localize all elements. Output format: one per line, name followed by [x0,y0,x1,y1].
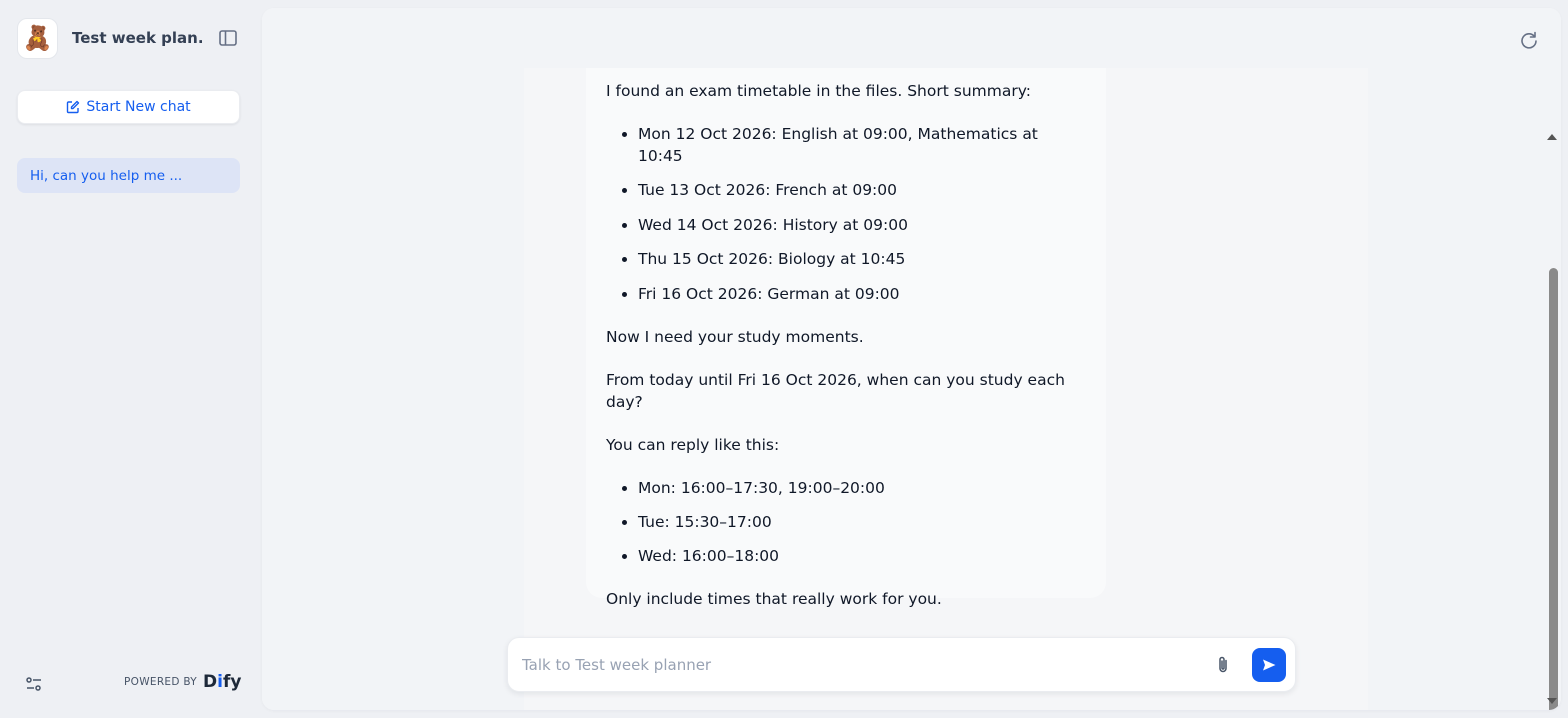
example-item: Tue: 15:30–17:00 [638,511,1086,533]
exam-item: Tue 13 Oct 2026: French at 09:00 [638,179,1086,201]
scrollbar-thumb[interactable] [1549,268,1558,710]
send-button[interactable] [1252,648,1286,682]
exam-item: Wed 14 Oct 2026: History at 09:00 [638,214,1086,236]
exam-item: Mon 12 Oct 2026: English at 09:00, Mathe… [638,123,1086,167]
message-intro: I found an exam timetable in the files. … [606,82,1031,100]
app-header: 🧸 Test week plan... [17,17,241,59]
conversation-item[interactable]: Hi, can you help me ... [17,158,240,193]
chat-scrollbar[interactable] [1545,68,1561,710]
app-root: 🧸 Test week plan... Start New chat Hi, c… [0,0,1568,718]
assistant-message: I found an exam timetable in the files. … [586,68,1106,608]
message-composer [507,637,1296,692]
conversation-label: Hi, can you help me ... [30,167,183,184]
app-avatar: 🧸 [17,17,58,59]
send-arrow-icon [1263,659,1276,671]
message-closing: Only include times that really work for … [606,590,942,609]
scroll-up-arrow-icon[interactable] [1547,134,1557,140]
app-title: Test week plan... [72,29,202,47]
teddy-bear-icon: 🧸 [22,24,53,52]
exam-item: Thu 15 Oct 2026: Biology at 10:45 [638,248,1086,270]
powered-by: POWERED BY Dify [124,672,241,692]
message-input[interactable] [522,651,1182,679]
exam-item: Fri 16 Oct 2026: German at 09:00 [638,283,1086,305]
example-item: Mon: 16:00–17:30, 19:00–20:00 [638,477,1086,499]
example-list: Mon: 16:00–17:30, 19:00–20:00 Tue: 15:30… [638,477,1086,568]
refresh-icon[interactable] [1519,30,1539,50]
sidebar-toggle-icon[interactable] [219,30,237,46]
powered-by-label: POWERED BY [124,676,198,688]
example-item: Wed: 16:00–18:00 [638,545,1086,567]
paperclip-icon[interactable] [1212,654,1234,676]
settings-sliders-icon[interactable] [25,675,43,693]
chat-panel: I found an exam timetable in the files. … [262,8,1561,710]
edit-icon [67,100,80,114]
sidebar: 🧸 Test week plan... Start New chat Hi, c… [0,0,258,718]
start-new-chat-label: Start New chat [86,99,191,115]
scroll-down-arrow-icon[interactable] [1547,698,1557,704]
start-new-chat-button[interactable]: Start New chat [17,90,240,124]
chat-top-bar [262,8,1561,68]
dify-logo: Dify [203,672,242,692]
message-question: From today until Fri 16 Oct 2026, when c… [606,370,1065,411]
message-reply-hint: You can reply like this: [606,435,780,454]
exam-list: Mon 12 Oct 2026: English at 09:00, Mathe… [638,123,1086,305]
message-need: Now I need your study moments. [606,327,864,346]
